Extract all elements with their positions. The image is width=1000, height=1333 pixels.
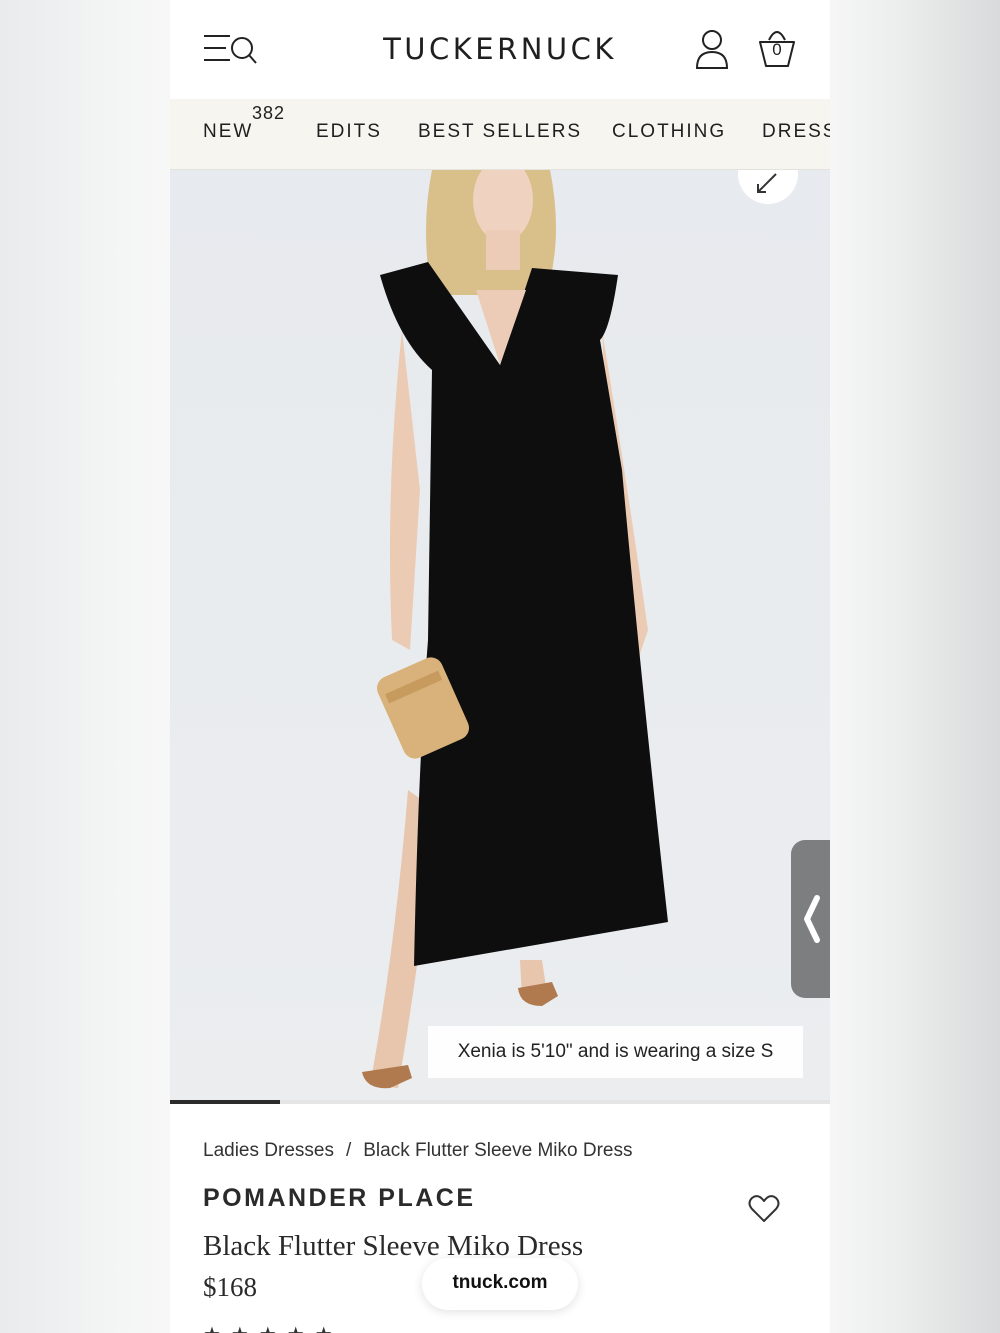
nav-item-edits[interactable]: EDITS xyxy=(316,121,382,143)
site-logo[interactable]: TUCKERNUCK xyxy=(170,32,830,66)
product-page: TUCKERNUCK 0 NEW 382 EDITS BEST SELLERS … xyxy=(170,0,830,1333)
breadcrumb: Ladies Dresses / Black Flutter Sleeve Miko… xyxy=(203,1140,632,1162)
product-photo xyxy=(362,170,668,1089)
bag-count-badge: 0 xyxy=(772,40,782,59)
account-icon[interactable] xyxy=(694,28,730,72)
breadcrumb-ladies-dresses[interactable]: Ladies Dresses xyxy=(203,1140,334,1161)
breadcrumb-separator: / xyxy=(345,1140,352,1161)
expand-image-button[interactable] xyxy=(738,170,798,204)
chevron-left-icon xyxy=(804,895,820,943)
model-size-caption: Xenia is 5'10" and is wearing a size S xyxy=(428,1026,803,1078)
gallery-progress-fill xyxy=(170,1100,281,1104)
nav-new-count-badge: 382 xyxy=(252,103,286,123)
nav-item-clothing[interactable]: CLOTHING xyxy=(612,121,726,143)
url-pill[interactable]: tnuck.com xyxy=(422,1258,578,1310)
site-header: TUCKERNUCK 0 xyxy=(170,0,830,99)
nav-item-dresses[interactable]: DRESS xyxy=(762,121,830,143)
heart-icon[interactable] xyxy=(748,1194,780,1224)
gallery-progress-bar xyxy=(170,1100,830,1104)
nav-item-new[interactable]: NEW xyxy=(203,121,253,143)
category-nav: NEW 382 EDITS BEST SELLERS CLOTHING DRES… xyxy=(170,99,830,170)
breadcrumb-current: Black Flutter Sleeve Miko Dress xyxy=(363,1140,633,1161)
rating-stars-icon[interactable]: ★★★★★ xyxy=(203,1322,343,1333)
product-brand[interactable]: POMANDER PLACE xyxy=(203,1184,476,1213)
product-image-gallery[interactable]: Xenia is 5'10" and is wearing a size S xyxy=(170,170,830,1104)
side-drawer-tab[interactable] xyxy=(791,840,830,998)
expand-icon xyxy=(757,173,777,193)
product-price: $168 xyxy=(203,1272,257,1302)
nav-item-best-sellers[interactable]: BEST SELLERS xyxy=(418,121,582,143)
